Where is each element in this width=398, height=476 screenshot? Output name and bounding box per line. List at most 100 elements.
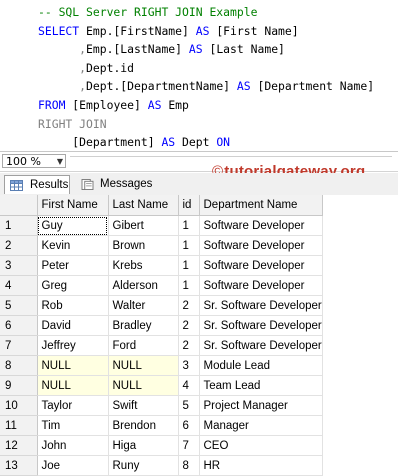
select-all-corner[interactable]	[0, 195, 38, 216]
zoom-dropdown[interactable]: 100 % ▼	[2, 154, 66, 168]
cell-id[interactable]: 1	[178, 235, 200, 256]
cell-last-name[interactable]: Brendon	[108, 415, 179, 436]
cell-department-name[interactable]: Software Developer	[199, 215, 323, 236]
cell-id[interactable]: 2	[178, 335, 200, 356]
column-header-department-name[interactable]: Department Name	[199, 195, 323, 216]
cell-first-name[interactable]: NULL	[37, 375, 109, 396]
table-row[interactable]: 4 Greg Alderson 1 Software Developer	[0, 275, 323, 296]
code-line[interactable]: RIGHT JOIN	[38, 115, 374, 134]
cell-first-name[interactable]: Taylor	[37, 395, 109, 416]
table-row[interactable]: 10 Taylor Swift 5 Project Manager	[0, 395, 323, 416]
column-header-first-name[interactable]: First Name	[37, 195, 109, 216]
table-row[interactable]: 8 NULL NULL 3 Module Lead	[0, 355, 323, 376]
sql-code[interactable]: -- SQL Server RIGHT JOIN Example SELECT E…	[38, 3, 374, 170]
cell-id[interactable]: 2	[178, 295, 200, 316]
row-number[interactable]: 6	[0, 315, 38, 336]
cell-id[interactable]: 7	[178, 435, 200, 456]
table-row[interactable]: 1 Guy Gibert 1 Software Developer	[0, 215, 323, 236]
row-number[interactable]: 2	[0, 235, 38, 256]
cell-last-name[interactable]: Krebs	[108, 255, 179, 276]
row-number[interactable]: 11	[0, 415, 38, 436]
cell-last-name[interactable]: NULL	[108, 355, 179, 376]
chevron-down-icon[interactable]: ▼	[57, 155, 63, 169]
cell-id[interactable]: 1	[178, 215, 200, 236]
cell-department-name[interactable]: HR	[199, 455, 323, 476]
row-number[interactable]: 1	[0, 215, 38, 236]
cell-first-name[interactable]: Greg	[37, 275, 109, 296]
cell-first-name[interactable]: Jeffrey	[37, 335, 109, 356]
cell-last-name[interactable]: Walter	[108, 295, 179, 316]
cell-first-name[interactable]: David	[37, 315, 109, 336]
table-row[interactable]: 5 Rob Walter 2 Sr. Software Developer	[0, 295, 323, 316]
cell-department-name[interactable]: Sr. Software Developer	[199, 335, 323, 356]
table-row[interactable]: 2 Kevin Brown 1 Software Developer	[0, 235, 323, 256]
cell-first-name[interactable]: Joe	[37, 455, 109, 476]
table-row[interactable]: 11 Tim Brendon 6 Manager	[0, 415, 323, 436]
cell-last-name[interactable]: Alderson	[108, 275, 179, 296]
cell-department-name[interactable]: Software Developer	[199, 275, 323, 296]
cell-last-name[interactable]: Brown	[108, 235, 179, 256]
cell-first-name[interactable]: John	[37, 435, 109, 456]
cell-last-name[interactable]: NULL	[108, 375, 179, 396]
cell-last-name[interactable]: Bradley	[108, 315, 179, 336]
code-line[interactable]: ,Emp.[LastName] AS [Last Name]	[38, 40, 374, 59]
code-line[interactable]: [Department] AS Dept ON	[38, 133, 374, 152]
cell-id[interactable]: 1	[178, 255, 200, 276]
row-number[interactable]: 3	[0, 255, 38, 276]
row-number[interactable]: 7	[0, 335, 38, 356]
cell-first-name[interactable]: Rob	[37, 295, 109, 316]
cell-department-name[interactable]: Software Developer	[199, 255, 323, 276]
table-row[interactable]: 6 David Bradley 2 Sr. Software Developer	[0, 315, 323, 336]
row-number[interactable]: 5	[0, 295, 38, 316]
cell-department-name[interactable]: Manager	[199, 415, 323, 436]
cell-department-name[interactable]: Sr. Software Developer	[199, 295, 323, 316]
row-number[interactable]: 12	[0, 435, 38, 456]
row-number[interactable]: 9	[0, 375, 38, 396]
cell-id[interactable]: 6	[178, 415, 200, 436]
cell-id[interactable]: 4	[178, 375, 200, 396]
cell-last-name[interactable]: Ford	[108, 335, 179, 356]
cell-id[interactable]: 2	[178, 315, 200, 336]
results-grid[interactable]: First Name Last Name id Department Name …	[0, 195, 398, 476]
cell-first-name[interactable]: Peter	[37, 255, 109, 276]
tab-messages[interactable]: Messages	[76, 175, 152, 194]
table-row[interactable]: 9 NULL NULL 4 Team Lead	[0, 375, 323, 396]
table-row[interactable]: 12 John Higa 7 CEO	[0, 435, 323, 456]
row-number[interactable]: 8	[0, 355, 38, 376]
cell-department-name[interactable]: Sr. Software Developer	[199, 315, 323, 336]
cell-id[interactable]: 1	[178, 275, 200, 296]
cell-department-name[interactable]: Project Manager	[199, 395, 323, 416]
cell-last-name[interactable]: Swift	[108, 395, 179, 416]
sql-token: Emp	[168, 97, 189, 112]
code-line[interactable]: -- SQL Server RIGHT JOIN Example	[38, 3, 374, 22]
cell-first-name[interactable]: NULL	[37, 355, 109, 376]
cell-first-name[interactable]: Guy	[37, 215, 109, 236]
table-row[interactable]: 7 Jeffrey Ford 2 Sr. Software Developer	[0, 335, 323, 356]
row-number[interactable]: 4	[0, 275, 38, 296]
cell-id[interactable]: 3	[178, 355, 200, 376]
table-row[interactable]: 3 Peter Krebs 1 Software Developer	[0, 255, 323, 276]
code-line[interactable]: ,Dept.id	[38, 59, 374, 78]
cell-last-name[interactable]: Gibert	[108, 215, 179, 236]
cell-department-name[interactable]: Team Lead	[199, 375, 323, 396]
cell-department-name[interactable]: Software Developer	[199, 235, 323, 256]
table-row[interactable]: 13 Joe Runy 8 HR	[0, 455, 323, 476]
cell-first-name[interactable]: Tim	[37, 415, 109, 436]
cell-id[interactable]: 5	[178, 395, 200, 416]
cell-first-name[interactable]: Kevin	[37, 235, 109, 256]
tab-results[interactable]: Results	[4, 175, 70, 194]
cell-last-name[interactable]: Higa	[108, 435, 179, 456]
column-header-id[interactable]: id	[178, 195, 200, 216]
cell-department-name[interactable]: Module Lead	[199, 355, 323, 376]
column-header-last-name[interactable]: Last Name	[108, 195, 179, 216]
cell-id[interactable]: 8	[178, 455, 200, 476]
code-line[interactable]: SELECT Emp.[FirstName] AS [First Name]	[38, 22, 374, 41]
code-line[interactable]: ,Dept.[DepartmentName] AS [Department Na…	[38, 77, 374, 96]
sql-editor[interactable]: -- SQL Server RIGHT JOIN Example SELECT E…	[0, 0, 398, 168]
code-line[interactable]: FROM [Employee] AS Emp	[38, 96, 374, 115]
row-number[interactable]: 10	[0, 395, 38, 416]
sql-token: [Employee]	[72, 97, 148, 112]
row-number[interactable]: 13	[0, 455, 38, 476]
cell-last-name[interactable]: Runy	[108, 455, 179, 476]
cell-department-name[interactable]: CEO	[199, 435, 323, 456]
